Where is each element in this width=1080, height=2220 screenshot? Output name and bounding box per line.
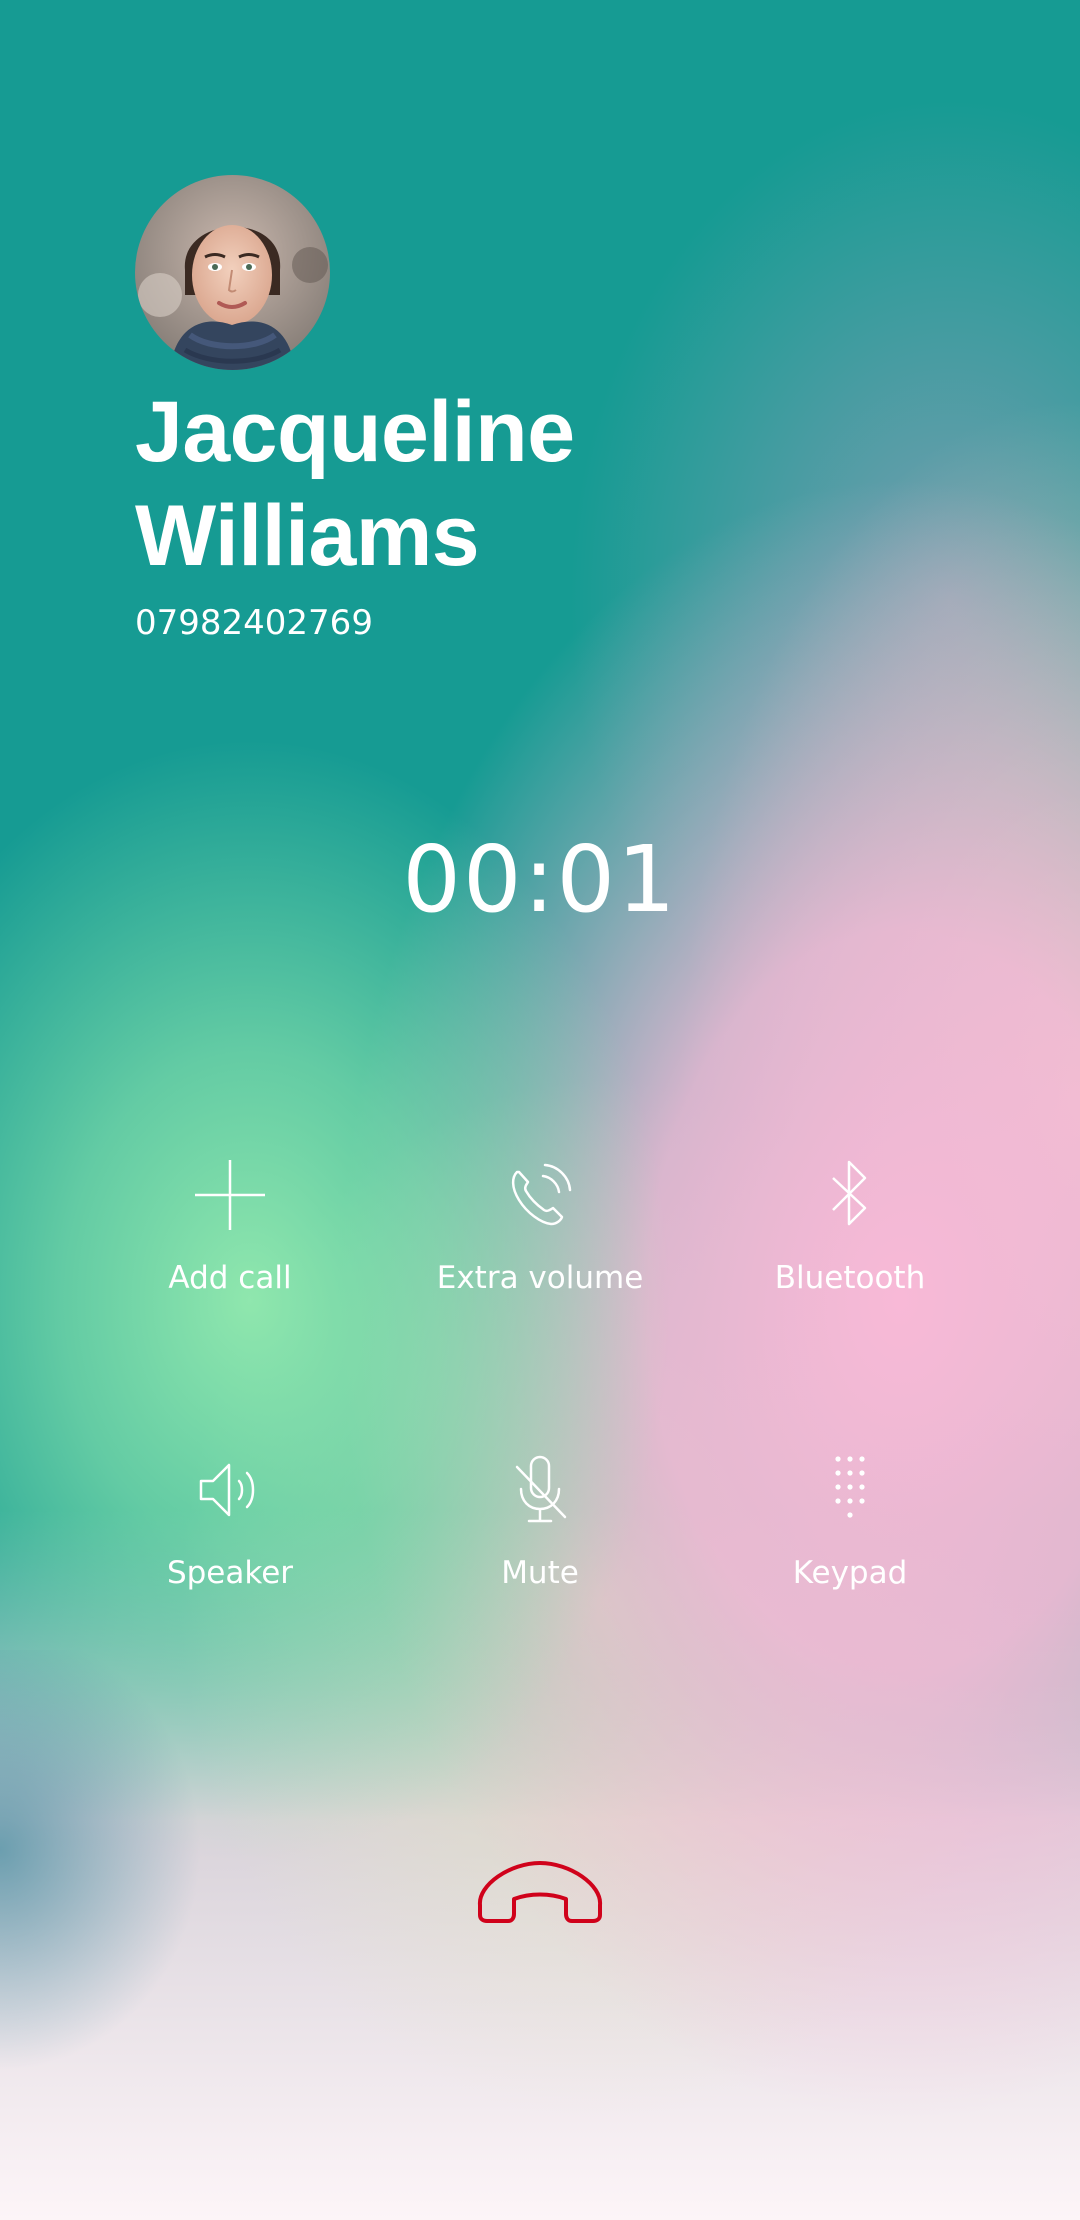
- contact-name: Jacqueline Williams: [135, 380, 935, 588]
- end-call-icon: [477, 1861, 603, 1923]
- speaker-label: Speaker: [166, 1555, 294, 1591]
- bluetooth-button[interactable]: Bluetooth: [690, 1150, 1010, 1340]
- contact-avatar: [135, 175, 330, 370]
- keypad-label: Keypad: [792, 1555, 908, 1591]
- call-timer: 00:01: [402, 826, 678, 933]
- plus-icon: [195, 1160, 265, 1230]
- dialpad-icon: [835, 1456, 865, 1518]
- mute-label: Mute: [501, 1555, 579, 1591]
- contact-name-last: Williams: [135, 488, 480, 584]
- phone-number: 07982402769: [135, 603, 373, 643]
- mic-off-icon: [515, 1455, 567, 1523]
- call-screen: Jacqueline Williams 07982402769 00:01 Ad…: [0, 0, 1080, 2220]
- background-shade: [0, 1650, 260, 2070]
- contact-name-first: Jacqueline: [135, 384, 575, 480]
- extra-volume-label: Extra volume: [436, 1260, 644, 1296]
- extra-volume-button[interactable]: Extra volume: [380, 1150, 700, 1340]
- bluetooth-icon: [832, 1160, 867, 1226]
- mute-button[interactable]: Mute: [380, 1445, 700, 1635]
- speaker-button[interactable]: Speaker: [70, 1445, 390, 1635]
- keypad-button[interactable]: Keypad: [690, 1445, 1010, 1635]
- phone-volume-icon: [511, 1163, 572, 1226]
- speaker-icon: [199, 1463, 255, 1517]
- add-call-label: Add call: [168, 1260, 292, 1296]
- end-call-button[interactable]: [470, 1835, 610, 1935]
- add-call-button[interactable]: Add call: [70, 1150, 390, 1340]
- avatar-photo: [135, 175, 330, 370]
- bluetooth-label: Bluetooth: [774, 1260, 926, 1296]
